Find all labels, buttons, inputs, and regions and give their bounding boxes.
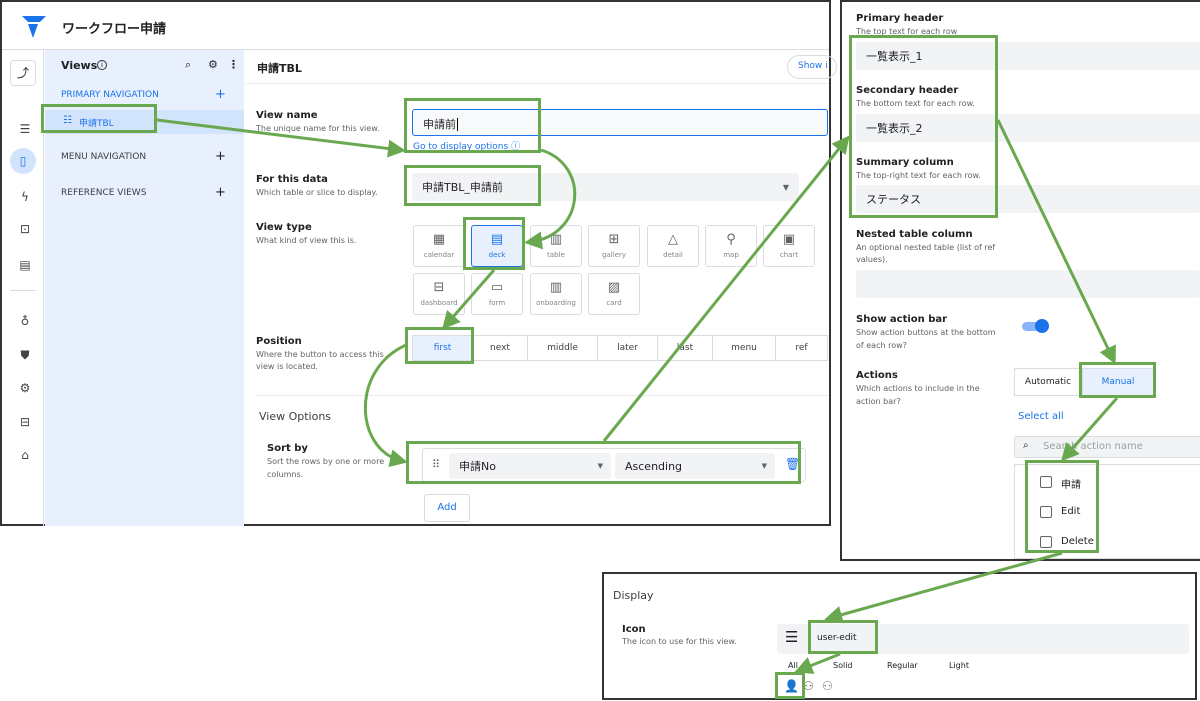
- arrow-sidebar-to-viewname: [156, 118, 406, 158]
- annotation-arrows: [156, 118, 1119, 674]
- arrow-viewname-to-deck: [524, 148, 577, 250]
- arrow-actions-to-icon: [824, 551, 1063, 624]
- arrow-headers-to-manual: [996, 119, 1116, 365]
- arrow-sort-to-headers: [602, 135, 850, 442]
- arrow-manual-to-actions: [1061, 397, 1119, 462]
- arrow-first-to-sort: [363, 343, 408, 468]
- arrow-deck-to-first: [442, 269, 496, 330]
- arrow-icon-to-usericon: [794, 652, 841, 674]
